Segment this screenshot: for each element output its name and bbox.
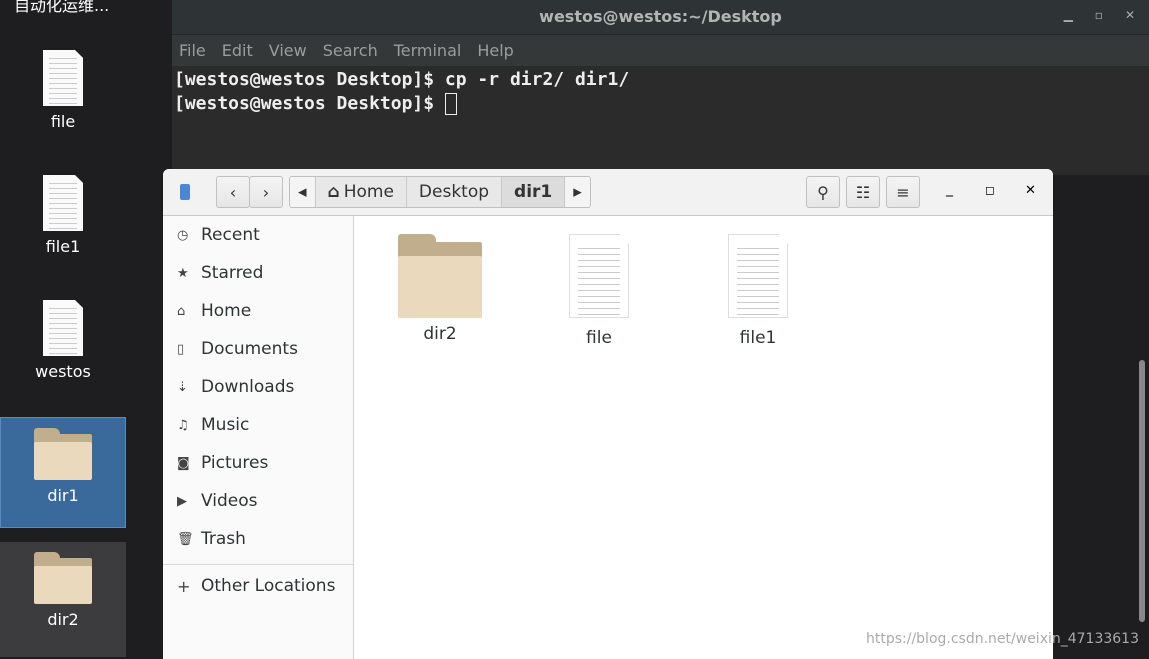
menu-edit[interactable]: Edit (222, 41, 253, 60)
file-label: dir2 (423, 324, 457, 344)
plus-icon: + (177, 576, 191, 596)
sidebar-item-starred[interactable]: ★ Starred (163, 254, 353, 292)
star-icon: ★ (177, 265, 189, 281)
watermark: https://blog.csdn.net/weixin_47133613 (865, 631, 1139, 647)
sidebar-item-pictures[interactable]: ◙ Pictures (163, 444, 353, 482)
view-toggle-button[interactable]: ☷ (846, 176, 880, 208)
minimize-icon[interactable]: _ (946, 181, 953, 197)
home-icon: ⌂ (177, 303, 186, 319)
terminal-line: [westos@westos Desktop]$ cp -r dir2/ dir… (174, 69, 630, 90)
document-icon (43, 300, 83, 356)
terminal-window[interactable]: westos@westos:~/Desktop ▁ ▫ ✕ File Edit Vi… (172, 0, 1149, 175)
folder-icon (34, 552, 92, 604)
menu-terminal[interactable]: Terminal (394, 41, 462, 60)
icon-label: file1 (45, 237, 81, 256)
terminal-title: westos@westos:~/Desktop (172, 0, 1149, 34)
sidebar-item-label: Trash (201, 529, 246, 549)
trash-icon: 🗑 (177, 531, 194, 547)
camera-icon: ◙ (177, 455, 190, 471)
menu-help[interactable]: Help (477, 41, 513, 60)
music-icon: ♫ (177, 417, 189, 433)
file-item-file1[interactable]: file1 (708, 234, 808, 348)
desktop-icon-file1[interactable]: file1 (0, 175, 126, 256)
terminal-line: [westos@westos Desktop]$ (174, 93, 445, 114)
video-icon: ▶ (177, 493, 187, 509)
sidebar-item-downloads[interactable]: ⇣ Downloads (163, 368, 353, 406)
sidebar: ◷ Recent ★ Starred ⌂ Home ▯ Documents ⇣ Downl… (163, 216, 354, 659)
breadcrumb-dir1[interactable]: dir1 (502, 177, 566, 207)
path-right-arrow[interactable]: ▸ (565, 177, 590, 207)
crumb-label: Home (343, 182, 394, 202)
clock-icon: ◷ (177, 227, 189, 243)
terminal-output[interactable]: [westos@westos Desktop]$ cp -r dir2/ dir… (172, 66, 1149, 175)
sidebar-item-documents[interactable]: ▯ Documents (163, 330, 353, 368)
icon-label: dir2 (47, 610, 79, 629)
breadcrumb-home[interactable]: ⌂ Home (315, 177, 407, 207)
cursor (444, 93, 457, 115)
sidebar-item-trash[interactable]: 🗑 Trash (163, 520, 353, 558)
menu-file[interactable]: File (179, 41, 206, 60)
home-icon: ⌂ (327, 182, 340, 202)
document-icon (569, 234, 629, 318)
desktop-icon-dir1[interactable]: dir1 (0, 417, 126, 528)
document-icon: ▯ (177, 341, 185, 357)
close-icon[interactable]: ✕ (1025, 183, 1036, 198)
minimize-icon[interactable]: ▁ (1064, 8, 1073, 22)
sidebar-item-music[interactable]: ♫ Music (163, 406, 353, 444)
document-icon (43, 50, 83, 106)
icon-label: westos (35, 362, 91, 381)
sidebar-item-label: Other Locations (201, 576, 336, 596)
sidebar-item-label: Downloads (201, 377, 295, 397)
maximize-icon[interactable]: ▫ (1095, 8, 1103, 22)
sidebar-item-label: Documents (201, 339, 298, 359)
files-app-icon (180, 184, 190, 200)
icon-label: file (50, 112, 76, 131)
file-item-file[interactable]: file (549, 234, 649, 348)
sidebar-item-other-locations[interactable]: + Other Locations (163, 567, 353, 605)
sidebar-divider (163, 564, 353, 565)
sidebar-item-label: Home (201, 301, 252, 321)
file-label: file (586, 328, 612, 348)
file-manager-window[interactable]: ‹ › ◂ ⌂ Home Desktop dir1 ▸ ⚲ ☷ ≡ _ ◻ ✕ ◷… (163, 169, 1053, 659)
search-button[interactable]: ⚲ (806, 176, 840, 208)
back-button[interactable]: ‹ (216, 176, 250, 208)
sidebar-item-label: Pictures (201, 453, 269, 473)
menu-view[interactable]: View (269, 41, 307, 60)
document-icon (728, 234, 788, 318)
sidebar-item-label: Videos (201, 491, 258, 511)
desktop-top-label: 自动化运维... (14, 0, 110, 15)
desktop-icon-file[interactable]: file (0, 50, 126, 131)
path-left-arrow[interactable]: ◂ (290, 177, 316, 207)
icon-label: dir1 (47, 486, 79, 505)
sidebar-item-label: Recent (201, 225, 260, 245)
sidebar-item-label: Starred (201, 263, 264, 283)
download-icon: ⇣ (177, 379, 188, 395)
document-icon (43, 175, 83, 231)
desktop-icon-dir2[interactable]: dir2 (0, 542, 126, 657)
sidebar-item-videos[interactable]: ▶ Videos (163, 482, 353, 520)
file-grid: dir2 file file1 (355, 216, 1053, 659)
desktop-icon-westos[interactable]: westos (0, 300, 126, 381)
forward-button[interactable]: › (249, 176, 283, 208)
sidebar-item-recent[interactable]: ◷ Recent (163, 216, 353, 254)
sidebar-item-label: Music (201, 415, 250, 435)
terminal-scrollbar[interactable] (1139, 360, 1145, 622)
close-icon[interactable]: ✕ (1125, 8, 1135, 22)
breadcrumb-desktop[interactable]: Desktop (406, 177, 503, 207)
file-item-dir2[interactable]: dir2 (390, 234, 490, 344)
menu-search[interactable]: Search (323, 41, 378, 60)
maximize-icon[interactable]: ◻ (985, 183, 995, 197)
sidebar-item-home[interactable]: ⌂ Home (163, 292, 353, 330)
folder-icon (398, 234, 482, 318)
menu-button[interactable]: ≡ (886, 176, 920, 208)
file-label: file1 (739, 328, 777, 348)
folder-icon (34, 428, 92, 480)
